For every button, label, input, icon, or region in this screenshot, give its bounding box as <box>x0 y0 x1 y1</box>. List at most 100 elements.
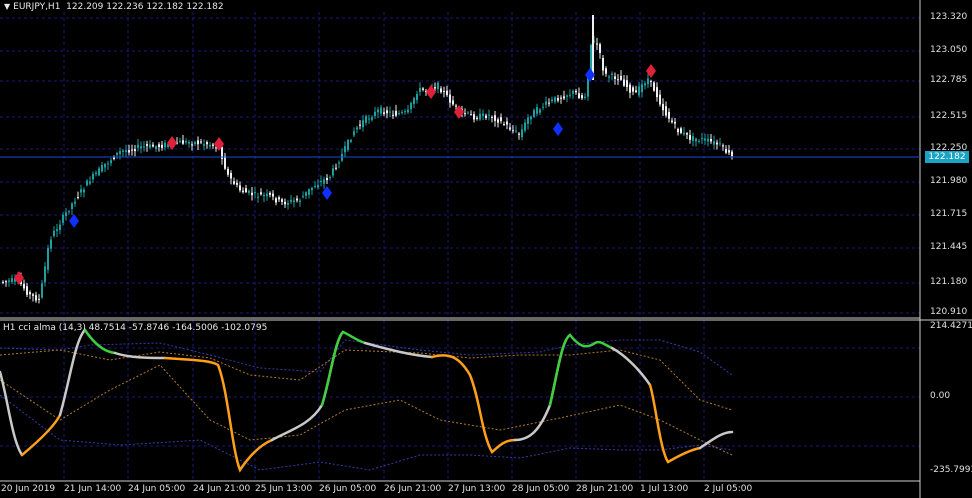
candle-body <box>557 98 559 101</box>
candle-body <box>491 116 493 118</box>
candle-body <box>566 95 568 97</box>
candle-body <box>602 57 604 71</box>
candle-body <box>728 150 730 153</box>
price-label: 121.980 <box>930 176 968 186</box>
candle-body <box>536 107 538 114</box>
candle-body <box>482 113 484 116</box>
candle-body <box>560 97 562 99</box>
candle-body <box>695 138 697 142</box>
candle-body <box>656 87 658 98</box>
candle-body <box>371 117 373 120</box>
time-label: 27 Jun 13:00 <box>448 484 506 494</box>
candle-body <box>107 163 109 165</box>
candle-body <box>542 106 544 108</box>
candle-body <box>299 200 301 203</box>
time-label: 24 Jun 05:00 <box>128 484 186 494</box>
candle-body <box>416 93 418 101</box>
price-label: 122.515 <box>930 111 968 121</box>
candle-body <box>611 73 613 75</box>
candle-body <box>23 283 25 289</box>
candle-body <box>35 295 37 301</box>
candle-body <box>605 68 607 74</box>
candle-body <box>236 182 238 185</box>
candle-body <box>659 94 661 105</box>
candle-body <box>575 90 577 93</box>
candle-body <box>368 118 370 120</box>
candle-body <box>710 138 712 142</box>
candle-body <box>302 196 304 198</box>
candle-body <box>473 114 475 120</box>
triangle-down-icon[interactable]: ▼ <box>4 2 10 11</box>
time-label: 1 Jul 13:00 <box>640 484 689 494</box>
chart-canvas[interactable] <box>0 0 972 498</box>
candle-body <box>308 189 310 195</box>
candle-body <box>620 76 622 80</box>
signals-layer <box>14 64 656 285</box>
candle-body <box>563 96 565 99</box>
candle-body <box>692 136 694 141</box>
candle-body <box>419 87 421 92</box>
candle-body <box>365 116 367 123</box>
buy-signal-icon <box>69 214 79 228</box>
candle-body <box>665 106 667 116</box>
candle-body <box>257 196 259 198</box>
candle-body <box>437 82 439 90</box>
candle-body <box>122 150 124 153</box>
candle-body <box>224 156 226 169</box>
candle-body <box>125 150 127 153</box>
candle-body <box>353 131 355 136</box>
candle-body <box>374 111 376 117</box>
candle-body <box>182 140 184 144</box>
ohlc-values: 122.209 122.236 122.182 122.182 <box>66 2 224 12</box>
candle-body <box>377 109 379 113</box>
candle-body <box>383 112 385 115</box>
candle-body <box>599 44 601 54</box>
candle-body <box>440 88 442 93</box>
candle-body <box>110 160 112 164</box>
candle-body <box>248 190 250 193</box>
grid <box>0 12 920 480</box>
candle-body <box>476 117 478 119</box>
candle-body <box>623 79 625 86</box>
cci-segment <box>320 330 367 407</box>
candle-body <box>650 80 652 82</box>
candle-body <box>287 202 289 205</box>
candle-body <box>197 140 199 145</box>
candle-body <box>158 144 160 147</box>
candle-body <box>104 164 106 168</box>
candle-body <box>320 180 322 182</box>
candle-body <box>530 116 532 120</box>
candle-body <box>92 173 94 180</box>
candle-body <box>389 111 391 113</box>
candle-body <box>689 134 691 140</box>
symbol-timeframe: EURJPY,H1 <box>13 2 61 12</box>
time-label: 20 Jun 2019 <box>1 484 56 494</box>
candle-body <box>509 127 511 130</box>
candle-body <box>524 122 526 131</box>
price-label: 123.320 <box>930 12 968 22</box>
candle-body <box>386 110 388 114</box>
candle-body <box>89 181 91 184</box>
candle-body <box>719 143 721 145</box>
candle-body <box>356 127 358 130</box>
candle-body <box>635 90 637 93</box>
candle-body <box>134 149 136 152</box>
candle-body <box>362 120 364 128</box>
candle-body <box>407 109 409 113</box>
candle-body <box>467 112 469 114</box>
candle-body <box>251 192 253 196</box>
candle-body <box>296 198 298 201</box>
candle-body <box>449 94 451 103</box>
candle-body <box>191 144 193 146</box>
time-label: 28 Jun 05:00 <box>512 484 570 494</box>
time-label: 24 Jun 21:00 <box>193 484 251 494</box>
candle-body <box>470 114 472 116</box>
candle-body <box>65 212 67 216</box>
cci-segment <box>58 328 87 417</box>
candle-body <box>404 111 406 113</box>
indicator-title: H1 cci alma (14,3) 48.7514 -57.8746 -164… <box>3 323 268 333</box>
candle-body <box>338 162 340 164</box>
candle-body <box>254 192 256 194</box>
candle-body <box>188 141 190 144</box>
candle-body <box>80 189 82 193</box>
